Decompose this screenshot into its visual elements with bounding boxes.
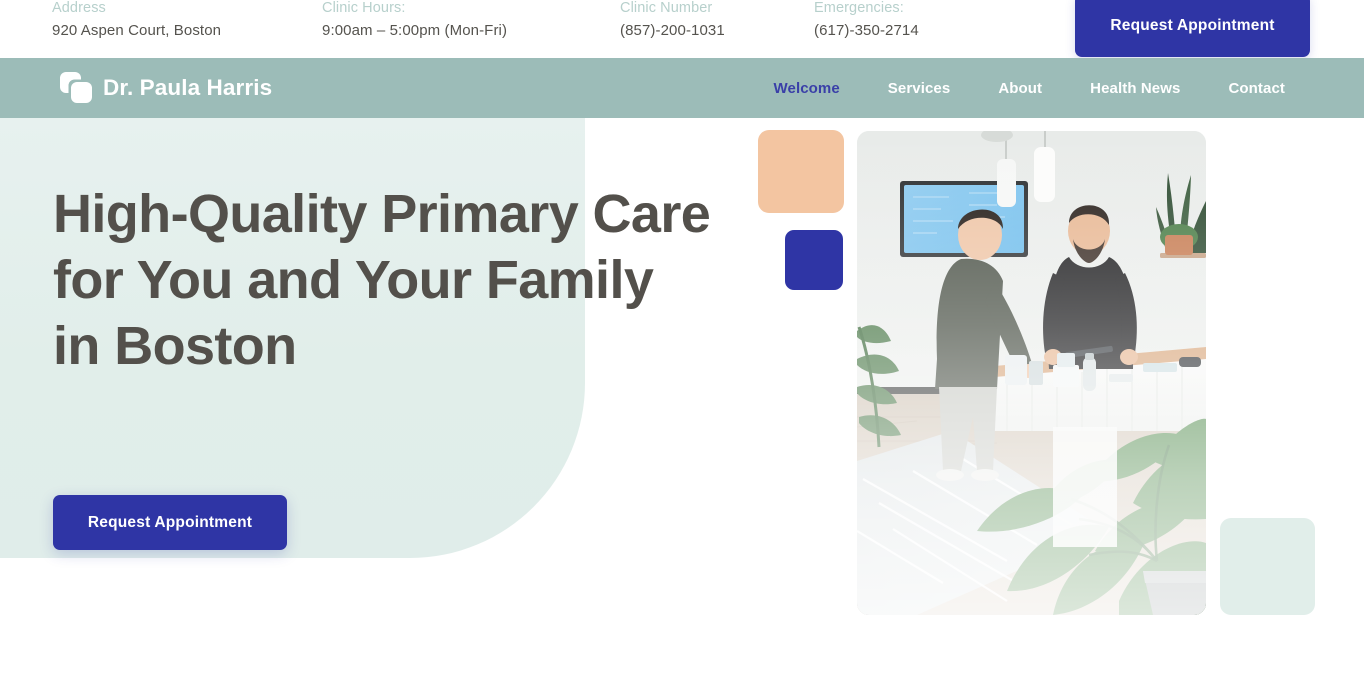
hero-clinic-photo	[857, 131, 1206, 615]
nav-item-about[interactable]: About	[974, 80, 1066, 97]
contact-value: 920 Aspen Court, Boston	[52, 22, 222, 39]
contact-label: Emergencies:	[814, 0, 904, 16]
contact-value[interactable]: (857)-200-1031	[620, 19, 725, 43]
contact-label: Address	[52, 0, 106, 16]
decorative-square-indigo	[785, 230, 843, 290]
nav-item-health-news[interactable]: Health News	[1066, 80, 1204, 97]
brand-name-label: Dr. Paula Harris	[103, 74, 273, 100]
top-contact-bar: Address 920 Aspen Court, Boston Clinic H…	[0, 0, 1364, 58]
nav-item-welcome[interactable]: Welcome	[750, 80, 864, 97]
contact-value[interactable]: (617)-350-2714	[814, 19, 919, 43]
hero-heading: High-Quality Primary Care for You and Yo…	[53, 184, 711, 376]
contact-label: Clinic Hours:	[322, 0, 406, 16]
decorative-square-mint	[1220, 518, 1315, 615]
decorative-square-peach	[758, 130, 844, 213]
topbar-request-appointment-button[interactable]: Request Appointment	[1075, 0, 1310, 57]
contact-value: 9:00am – 5:00pm (Mon-Fri)	[322, 22, 508, 39]
contact-block-clinic-number: Clinic Number (857)-200-1031	[620, 0, 725, 43]
nav-item-contact[interactable]: Contact	[1204, 80, 1309, 97]
contact-block-emergencies: Emergencies: (617)-350-2714	[814, 0, 919, 43]
contact-label: Clinic Number	[620, 0, 713, 16]
contact-block-clinic-hours: Clinic Hours: 9:00am – 5:00pm (Mon-Fri)	[322, 0, 507, 43]
nav-links: Welcome Services About Health News Conta…	[750, 58, 1309, 118]
hero-request-appointment-button[interactable]: Request Appointment	[53, 495, 287, 550]
overlapping-squares-logo-icon	[60, 72, 92, 103]
nav-item-services[interactable]: Services	[864, 80, 975, 97]
main-navigation-bar: Dr. Paula Harris Welcome Services About …	[0, 58, 1364, 118]
brand-logo[interactable]: Dr. Paula Harris	[60, 72, 272, 103]
hero-section: High-Quality Primary Care for You and Yo…	[0, 118, 1364, 694]
contact-block-address: Address 920 Aspen Court, Boston	[52, 0, 221, 43]
